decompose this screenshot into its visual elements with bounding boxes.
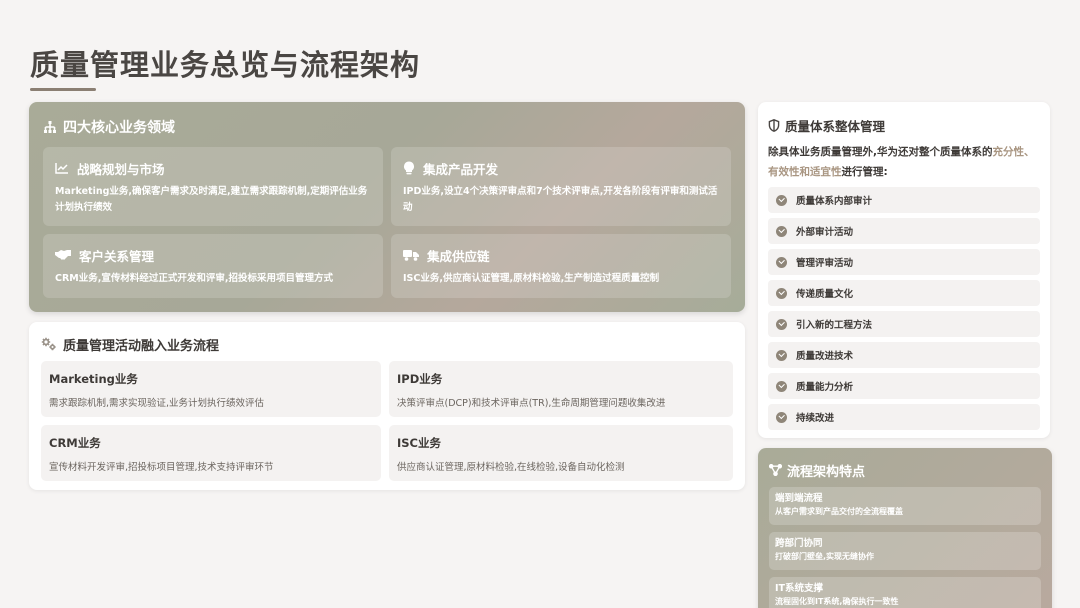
arch-item-list: 端到端流程 从客户需求到产品交付的全流程覆盖 跨部门协同 打破部门壁垒,实现无缝…	[769, 487, 1041, 608]
arch-item-it-support[interactable]: IT系统支撑 流程固化到IT系统,确保执行一致性	[769, 577, 1041, 608]
truck-icon	[403, 249, 419, 261]
activity-panel-header: 质量管理活动融入业务流程	[41, 334, 733, 354]
check-circle-icon	[776, 411, 787, 423]
activity-panel-title: 质量管理活动融入业务流程	[63, 338, 220, 354]
line-chart-icon	[55, 162, 69, 174]
system-panel-header: 质量体系整体管理	[768, 116, 1040, 134]
core-panel-title: 四大核心业务领域	[63, 120, 175, 136]
system-item-label: 引入新的工程方法	[796, 320, 873, 331]
activity-card-title: CRM业务	[49, 436, 101, 450]
core-business-panel: 四大核心业务领域 战略规划与市场 Marketing业务,确保客户需求及时满足,…	[29, 102, 745, 312]
activity-card-desc: 供应商认证管理,原材料检验,在线检验,设备自动化检测	[397, 462, 625, 473]
activity-card-title: ISC业务	[397, 436, 442, 450]
gears-icon	[41, 337, 57, 351]
system-list-item: 传递质量文化	[768, 280, 1040, 306]
arch-panel-header: 流程架构特点	[769, 461, 1041, 480]
arch-item-desc: 流程固化到IT系统,确保执行一致性	[775, 597, 899, 606]
system-list-item: 持续改进	[768, 404, 1040, 430]
arch-item-cross-department[interactable]: 跨部门协同 打破部门壁垒,实现无缝协作	[769, 532, 1041, 570]
system-item-label: 质量改进技术	[796, 351, 854, 362]
network-icon	[769, 464, 782, 476]
system-item-label: 持续改进	[796, 413, 835, 424]
arch-item-title: IT系统支撑	[775, 583, 824, 594]
sitemap-icon	[43, 120, 57, 134]
core-card-ipd[interactable]: 集成产品开发 IPD业务,设立4个决策评审点和7个技术评审点,开发各阶段有评审和…	[391, 147, 731, 226]
system-item-label: 外部审计活动	[796, 227, 854, 238]
arch-panel-title: 流程架构特点	[787, 464, 866, 480]
activity-card-title: IPD业务	[397, 372, 443, 386]
system-item-label: 质量能力分析	[796, 382, 854, 393]
system-list-item: 外部审计活动	[768, 218, 1040, 244]
system-panel-title: 质量体系整体管理	[785, 118, 886, 134]
core-card-strategy[interactable]: 战略规划与市场 Marketing业务,确保客户需求及时满足,建立需求跟踪机制,…	[43, 147, 383, 226]
core-card-isc[interactable]: 集成供应链 ISC业务,供应商认证管理,原材料检验,生产制造过程质量控制	[391, 234, 731, 298]
system-list-item: 质量能力分析	[768, 373, 1040, 399]
check-circle-icon	[776, 194, 787, 206]
core-card-title: 集成供应链	[427, 248, 490, 264]
arch-item-end-to-end[interactable]: 端到端流程 从客户需求到产品交付的全流程覆盖	[769, 487, 1041, 525]
system-item-label: 质量体系内部审计	[796, 196, 873, 207]
check-circle-icon	[776, 287, 787, 299]
system-list-item: 质量体系内部审计	[768, 187, 1040, 213]
handshake-icon	[55, 249, 71, 261]
system-item-label: 管理评审活动	[796, 258, 854, 269]
activity-card-marketing[interactable]: Marketing业务 需求跟踪机制,需求实现验证,业务计划执行绩效评估	[41, 361, 381, 417]
process-architecture-panel: 流程架构特点 端到端流程 从客户需求到产品交付的全流程覆盖 跨部门协同 打破部门…	[758, 448, 1052, 608]
check-circle-icon	[776, 256, 787, 268]
arch-item-title: 端到端流程	[775, 493, 823, 504]
shield-icon	[768, 118, 780, 132]
system-list-item: 管理评审活动	[768, 249, 1040, 275]
activity-card-desc: 宣传材料开发评审,招投标项目管理,技术支持评审环节	[49, 462, 274, 473]
core-card-desc: Marketing业务,确保客户需求及时满足,建立需求跟踪机制,定期评估业务计划…	[55, 186, 368, 213]
check-circle-icon	[776, 318, 787, 330]
activity-card-ipd[interactable]: IPD业务 决策评审点(DCP)和技术评审点(TR),生命周期管理问题收集改进	[389, 361, 733, 417]
activity-card-desc: 需求跟踪机制,需求实现验证,业务计划执行绩效评估	[49, 398, 265, 409]
core-card-desc: ISC业务,供应商认证管理,原材料检验,生产制造过程质量控制	[403, 273, 660, 284]
core-card-desc: CRM业务,宣传材料经过正式开发和评审,招投标采用项目管理方式	[55, 273, 333, 284]
arch-item-desc: 从客户需求到产品交付的全流程覆盖	[775, 507, 903, 516]
check-circle-icon	[776, 225, 787, 237]
arch-item-desc: 打破部门壁垒,实现无缝协作	[775, 552, 875, 561]
title-underline	[30, 88, 96, 91]
lightbulb-icon	[403, 161, 415, 175]
system-item-list: 质量体系内部审计 外部审计活动 管理评审活动 传递质量文化 引入新的工程方法 质…	[768, 187, 1040, 430]
system-item-label: 传递质量文化	[796, 289, 854, 300]
core-panel-header: 四大核心业务领域	[43, 116, 731, 138]
arch-item-title: 跨部门协同	[775, 538, 823, 549]
activity-card-crm[interactable]: CRM业务 宣传材料开发评审,招投标项目管理,技术支持评审环节	[41, 425, 381, 481]
core-card-title: 战略规划与市场	[77, 161, 165, 177]
core-card-desc: IPD业务,设立4个决策评审点和7个技术评审点,开发各阶段有评审和测试活动	[403, 186, 718, 213]
system-intro-prefix: 除具体业务质量管理外,华为还对整个质量体系的	[768, 146, 993, 158]
activity-card-title: Marketing业务	[49, 372, 138, 386]
check-circle-icon	[776, 380, 787, 392]
core-card-title: 集成产品开发	[423, 161, 499, 177]
system-list-item: 质量改进技术	[768, 342, 1040, 368]
system-list-item: 引入新的工程方法	[768, 311, 1040, 337]
core-card-crm[interactable]: 客户关系管理 CRM业务,宣传材料经过正式开发和评审,招投标采用项目管理方式	[43, 234, 383, 298]
page-title: 质量管理业务总览与流程架构	[30, 48, 421, 82]
activity-card-isc[interactable]: ISC业务 供应商认证管理,原材料检验,在线检验,设备自动化检测	[389, 425, 733, 481]
system-intro: 除具体业务质量管理外,华为还对整个质量体系的充分性、有效性和适宜性进行管理:	[768, 142, 1040, 182]
quality-system-panel: 质量体系整体管理 除具体业务质量管理外,华为还对整个质量体系的充分性、有效性和适…	[758, 102, 1050, 438]
activity-card-desc: 决策评审点(DCP)和技术评审点(TR),生命周期管理问题收集改进	[397, 398, 666, 409]
check-circle-icon	[776, 349, 787, 361]
core-card-title: 客户关系管理	[79, 248, 155, 264]
quality-activity-panel: 质量管理活动融入业务流程 Marketing业务 需求跟踪机制,需求实现验证,业…	[29, 322, 745, 490]
system-intro-suffix: 进行管理:	[841, 166, 888, 178]
